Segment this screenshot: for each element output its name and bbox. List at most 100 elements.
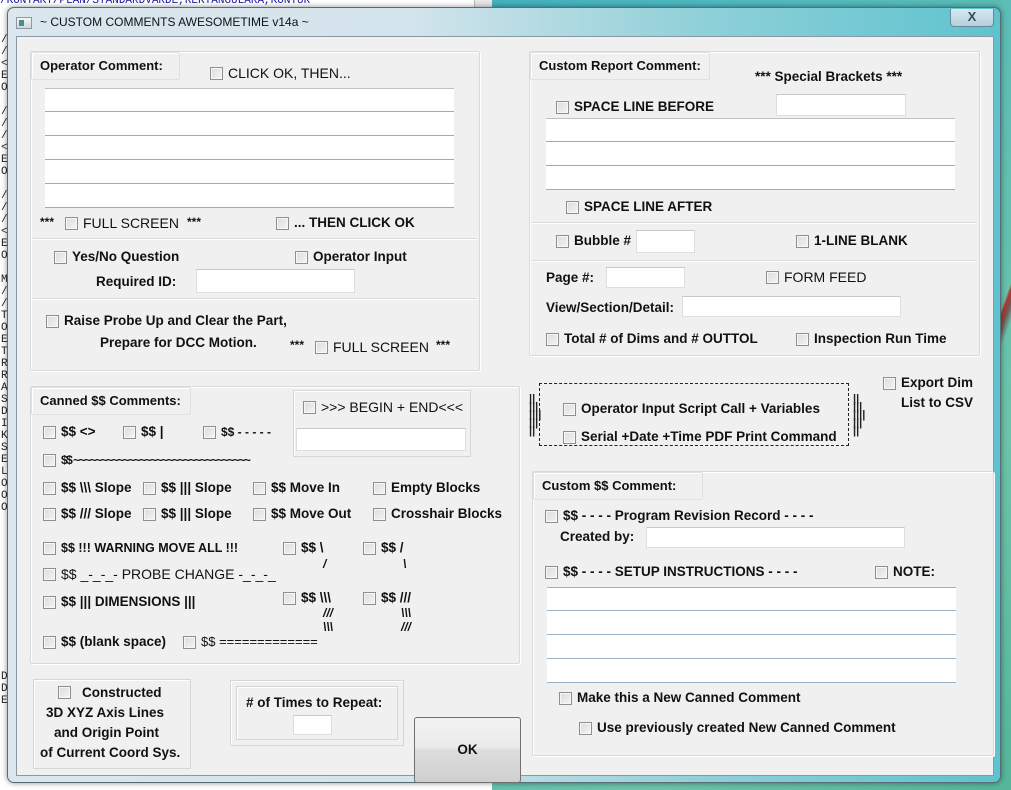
checkbox-box[interactable] [545,509,558,523]
canned-dashes-checkbox[interactable]: $$ - - - - - [203,425,271,439]
text-line[interactable] [546,166,955,190]
constructed-checkbox[interactable] [58,686,71,699]
checkbox-box[interactable] [143,507,156,521]
begin-end-input[interactable] [296,428,466,451]
checkbox-box[interactable] [123,425,136,439]
click-ok-then-checkbox[interactable]: CLICK OK, THEN... [210,66,351,80]
repeat-input[interactable] [293,715,332,735]
text-line[interactable] [547,611,956,635]
full-screen-2-checkbox[interactable]: FULL SCREEN [315,340,429,354]
text-line[interactable] [547,587,956,611]
checkbox-box[interactable] [363,591,376,605]
checkbox-box[interactable] [54,250,67,264]
bubble-checkbox[interactable]: Bubble # [556,234,631,248]
use-previous-canned-checkbox[interactable]: Use previously created New Canned Commen… [579,721,896,735]
canned-fwd-slope-checkbox[interactable]: $$ /// Slope [43,507,132,521]
checkbox-box[interactable] [43,595,56,609]
canned-dimensions-checkbox[interactable]: $$ ||| DIMENSIONS ||| [43,595,195,609]
checkbox-box[interactable] [183,635,196,649]
text-line[interactable] [45,88,454,112]
checkbox-box[interactable] [295,250,308,264]
checkbox-box[interactable] [303,400,316,414]
text-line[interactable] [547,635,956,659]
created-by-input[interactable] [646,527,905,548]
operator-input-script-checkbox[interactable]: Operator Input Script Call + Variables [563,402,820,416]
required-id-input[interactable] [196,269,355,293]
full-screen-checkbox[interactable]: FULL SCREEN [65,216,179,230]
checkbox-box[interactable] [875,565,888,579]
page-input[interactable] [606,267,685,288]
bubble-input[interactable] [636,230,695,253]
form-feed-checkbox[interactable]: FORM FEED [766,270,866,284]
raise-probe-checkbox[interactable]: Raise Probe Up and Clear the Part, [46,314,287,328]
checkbox-box[interactable] [210,66,223,80]
close-button[interactable]: X [950,9,994,27]
checkbox-box[interactable] [373,507,386,521]
checkbox-box[interactable] [559,691,572,705]
total-dims-checkbox[interactable]: Total # of Dims and # OUTTOL [546,332,758,346]
checkbox-box[interactable] [563,402,576,416]
checkbox-box[interactable] [43,425,56,439]
one-line-blank-checkbox[interactable]: 1-LINE BLANK [796,234,908,248]
checkbox-box[interactable] [283,591,296,605]
canned-pipe-slope-2-checkbox[interactable]: $$ ||| Slope [143,507,232,521]
canned-pipe-slope-1-checkbox[interactable]: $$ ||| Slope [143,481,232,495]
checkbox-box[interactable] [65,216,78,230]
text-line[interactable] [547,659,956,683]
canned-triple-fwd-checkbox[interactable]: $$ /// [363,591,411,605]
checkbox-box[interactable] [566,200,579,214]
checkbox-box[interactable] [43,635,56,649]
checkbox-box[interactable] [545,565,558,579]
checkbox-box[interactable] [546,332,559,346]
canned-move-in-checkbox[interactable]: $$ Move In [253,481,340,495]
serial-date-time-checkbox[interactable]: Serial +Date +Time PDF Print Command [563,430,837,444]
checkbox-box[interactable] [143,481,156,495]
checkbox-box[interactable] [43,453,56,467]
checkbox-box[interactable] [43,567,56,581]
program-revision-checkbox[interactable]: $$ - - - - Program Revision Record - - -… [545,509,814,523]
export-dim-checkbox[interactable]: Export Dim [883,376,973,390]
text-line[interactable] [546,142,955,166]
checkbox-box[interactable] [883,376,896,390]
checkbox-box[interactable] [283,541,296,555]
checkbox-box[interactable] [363,541,376,555]
checkbox-box[interactable] [556,100,569,114]
checkbox-box[interactable] [43,507,56,521]
checkbox-box[interactable] [43,541,56,555]
canned-probe-change-checkbox[interactable]: $$ _-_-_- PROBE CHANGE -_-_-_ [43,567,276,581]
checkbox-box[interactable] [563,430,576,444]
canned-back-slope-checkbox[interactable]: $$ \\\ Slope [43,481,132,495]
checkbox-box[interactable] [796,234,809,248]
text-line[interactable] [45,184,454,208]
checkbox-box[interactable] [43,481,56,495]
checkbox-box[interactable] [579,721,592,735]
checkbox-box[interactable] [253,507,266,521]
text-line[interactable] [45,136,454,160]
text-line[interactable] [45,160,454,184]
special-brackets-input[interactable] [776,94,906,116]
canned-warning-checkbox[interactable]: $$ !!! WARNING MOVE ALL !!! [43,541,238,555]
checkbox-box[interactable] [253,481,266,495]
canned-angle-checkbox[interactable]: $$ <> [43,425,96,439]
text-line[interactable] [546,118,955,142]
checkbox-box[interactable] [315,340,328,354]
checkbox-box[interactable] [46,314,59,328]
canned-pipe-checkbox[interactable]: $$ | [123,425,164,439]
checkbox-box[interactable] [203,425,216,439]
space-line-before-checkbox[interactable]: SPACE LINE BEFORE [556,100,714,114]
crosshair-blocks-checkbox[interactable]: Crosshair Blocks [373,507,502,521]
canned-move-out-checkbox[interactable]: $$ Move Out [253,507,351,521]
ok-button[interactable]: OK [414,717,521,783]
canned-backslash-checkbox[interactable]: $$ \ [283,541,324,555]
canned-equals-checkbox[interactable]: $$ ============= [183,635,318,649]
make-new-canned-checkbox[interactable]: Make this a New Canned Comment [559,691,801,705]
checkbox-box[interactable] [796,332,809,346]
checkbox-box[interactable] [373,481,386,495]
checkbox-box[interactable] [766,270,779,284]
canned-triple-back-checkbox[interactable]: $$ \\\ [283,591,331,605]
space-line-after-checkbox[interactable]: SPACE LINE AFTER [566,200,712,214]
canned-tilde-checkbox[interactable]: $$ ~~~~~~~~~~~~~~~~~~~~~~~~~~~~~~~~ [43,453,251,467]
operator-input-checkbox[interactable]: Operator Input [295,250,407,264]
note-checkbox[interactable]: NOTE: [875,565,935,579]
text-line[interactable] [45,112,454,136]
